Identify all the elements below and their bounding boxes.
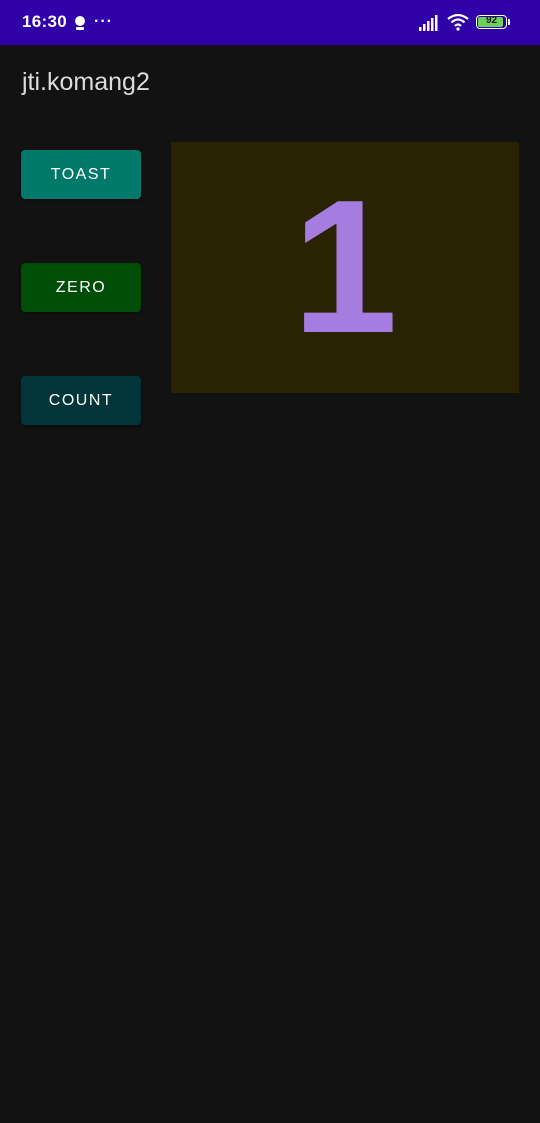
more-dots-icon: ··· (94, 13, 113, 30)
battery-level: 92 (485, 15, 498, 26)
app-title: jti.komang2 (22, 68, 150, 96)
zero-button[interactable]: ZERO (21, 263, 141, 312)
count-display: 1 (171, 142, 519, 393)
battery-icon: 92 (476, 14, 512, 32)
notification-icon (75, 16, 85, 30)
count-value: 1 (292, 160, 398, 373)
signal-icon (419, 15, 438, 31)
status-time: 16:30 (22, 12, 67, 31)
toast-button[interactable]: TOAST (21, 150, 141, 199)
status-bar: 16:30 ··· 92 (0, 0, 540, 45)
wifi-icon (447, 13, 469, 31)
count-button[interactable]: COUNT (21, 376, 141, 425)
